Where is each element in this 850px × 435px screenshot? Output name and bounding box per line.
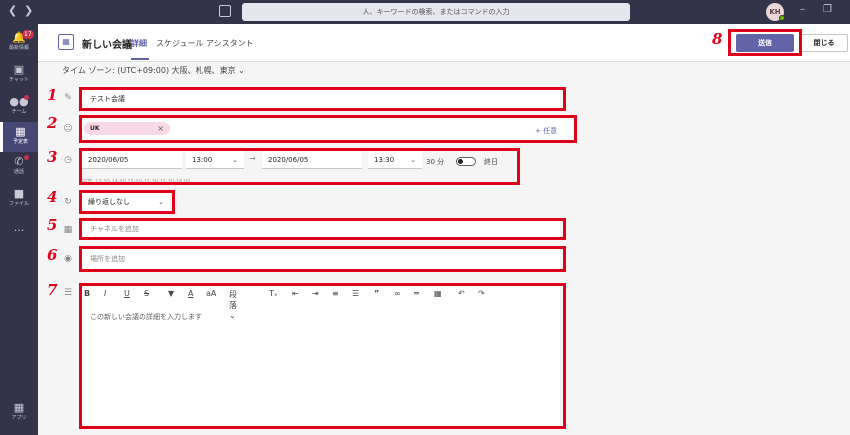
rail-item-more[interactable]: ...	[0, 218, 38, 248]
chevron-down-icon: ⌄	[238, 66, 245, 75]
start-time-select[interactable]: 13:00 ⌄	[186, 151, 244, 169]
add-people-icon: ☺	[63, 124, 73, 134]
title-input[interactable]: テスト会議	[82, 90, 560, 108]
tab-scheduling-assistant[interactable]: スケジュール アシスタント	[156, 38, 254, 49]
toggle-knob	[458, 159, 463, 164]
tab-details[interactable]: 詳細	[131, 38, 147, 49]
rail-item-calendar[interactable]: ▦ 予定表	[0, 122, 38, 152]
compose-icon[interactable]	[219, 5, 231, 17]
presence-indicator	[779, 15, 785, 21]
teams-badge	[24, 95, 29, 100]
table-icon[interactable]: ▦	[434, 289, 442, 298]
repeat-icon: ↻	[64, 197, 72, 207]
chevron-down-icon: ⌄	[158, 198, 164, 206]
step-number: 8	[712, 30, 723, 48]
italic-icon[interactable]: I	[104, 289, 106, 298]
rail-item-activity[interactable]: 🔔 最新情報 17	[0, 28, 38, 58]
all-day-toggle[interactable]	[456, 157, 476, 166]
details-placeholder: この新しい会議の詳細を入力します	[90, 313, 202, 321]
clear-format-icon[interactable]: Tₓ	[269, 289, 277, 298]
bullet-list-icon[interactable]: ≡	[332, 289, 339, 298]
repeat-select[interactable]: 繰り返しなし ⌄	[82, 193, 170, 211]
outdent-icon[interactable]: ⇤	[292, 289, 299, 298]
numbered-list-icon[interactable]: ☰	[352, 289, 359, 298]
details-editor[interactable]	[82, 286, 560, 426]
app-rail: 🔔 最新情報 17 ▣ チャット ●● チーム ▦ 予定表 ✆ 通話 ■ ファイ…	[0, 24, 38, 435]
end-date-input[interactable]: 2020/06/05	[262, 151, 362, 169]
attendee-chip[interactable]: UK ×	[84, 122, 170, 135]
end-time-select[interactable]: 13:30 ⌄	[368, 151, 422, 169]
step-number: 7	[47, 281, 58, 299]
details-icon: ☰	[63, 288, 73, 298]
meeting-form: ▦ 新しい会議 詳細 スケジュール アシスタント 送信 閉じる タイム ゾーン:…	[38, 24, 850, 435]
rail-item-files[interactable]: ■ ファイル	[0, 184, 38, 214]
timezone-selector[interactable]: タイム ゾーン: (UTC+09:00) 大阪、札幌、東京 ⌄	[62, 65, 245, 76]
chevron-down-icon: ⌄	[410, 156, 416, 164]
title-bar: ❮ ❯ 人、キーワードの検索、またはコマンドの入力 KH – ❐	[0, 0, 850, 24]
rail-item-teams[interactable]: ●● チーム	[0, 92, 38, 122]
time-suggestions[interactable]: 提案: 13:30-14:00 15:00-15:30 15:30-16:00	[82, 178, 190, 185]
link-icon[interactable]: ∞	[394, 289, 401, 298]
horizontal-rule-icon[interactable]: ═	[414, 289, 419, 298]
step-number: 4	[47, 188, 58, 206]
font-color-icon[interactable]: A	[188, 289, 193, 298]
file-icon: ■	[13, 187, 25, 200]
paragraph-select[interactable]: 段落 ⌄	[229, 289, 237, 320]
chevron-down-icon: ⌄	[232, 156, 238, 164]
phone-icon: ✆	[14, 155, 24, 168]
step-number: 1	[47, 86, 58, 104]
tab-indicator	[131, 58, 149, 60]
channel-icon: ▦	[63, 225, 73, 235]
apps-icon: ▦	[13, 401, 25, 414]
search-input[interactable]: 人、キーワードの検索、またはコマンドの入力	[242, 3, 630, 21]
indent-icon[interactable]: ⇥	[312, 289, 319, 298]
activity-badge: 17	[22, 30, 34, 39]
channel-input[interactable]: チャネルを追加	[82, 221, 560, 237]
step-number: 6	[47, 246, 58, 264]
forward-icon[interactable]: ❯	[24, 4, 33, 17]
strikethrough-icon[interactable]: S	[144, 289, 149, 298]
highlight-icon[interactable]: ▼	[168, 289, 174, 298]
bold-icon[interactable]: B	[84, 289, 90, 298]
undo-icon[interactable]: ↶	[458, 289, 465, 298]
location-input[interactable]: 場所を追加	[82, 249, 560, 269]
duration-label: 30 分	[426, 158, 445, 166]
clock-icon: ◷	[64, 155, 72, 165]
calendar-icon: ▦	[58, 34, 74, 50]
maximize-icon[interactable]: ❐	[823, 4, 832, 15]
font-size-icon[interactable]: aA	[206, 289, 216, 298]
minimize-icon[interactable]: –	[800, 4, 805, 15]
remove-icon[interactable]: ×	[157, 122, 164, 135]
pencil-icon: ✎	[64, 93, 72, 103]
send-button[interactable]: 送信	[736, 34, 794, 52]
rail-item-apps[interactable]: ▦ アプリ	[0, 398, 38, 428]
teams-icon: ●●	[9, 95, 29, 108]
quote-icon[interactable]: ”	[374, 289, 379, 298]
meeting-header: ▦ 新しい会議 詳細 スケジュール アシスタント 送信 閉じる	[38, 24, 850, 62]
back-icon[interactable]: ❮	[8, 4, 17, 17]
all-day-label: 終日	[484, 158, 498, 166]
start-date-input[interactable]: 2020/06/05	[82, 151, 182, 169]
calls-badge	[24, 155, 29, 160]
location-icon: ◉	[64, 254, 72, 264]
step-number: 5	[47, 216, 58, 234]
underline-icon[interactable]: U	[124, 289, 130, 298]
more-icon: ...	[13, 221, 25, 234]
rail-item-chat[interactable]: ▣ チャット	[0, 60, 38, 90]
page-title: 新しい会議	[82, 40, 132, 51]
calendar-icon: ▦	[15, 125, 26, 138]
step-number: 3	[47, 148, 58, 166]
close-button[interactable]: 閉じる	[800, 34, 848, 52]
step-number: 2	[47, 114, 58, 132]
optional-attendees-link[interactable]: + 任意	[535, 126, 557, 136]
chat-icon: ▣	[13, 63, 25, 76]
arrow-right-icon: →	[249, 154, 256, 163]
redo-icon[interactable]: ↷	[478, 289, 485, 298]
rail-item-calls[interactable]: ✆ 通話	[0, 152, 38, 182]
